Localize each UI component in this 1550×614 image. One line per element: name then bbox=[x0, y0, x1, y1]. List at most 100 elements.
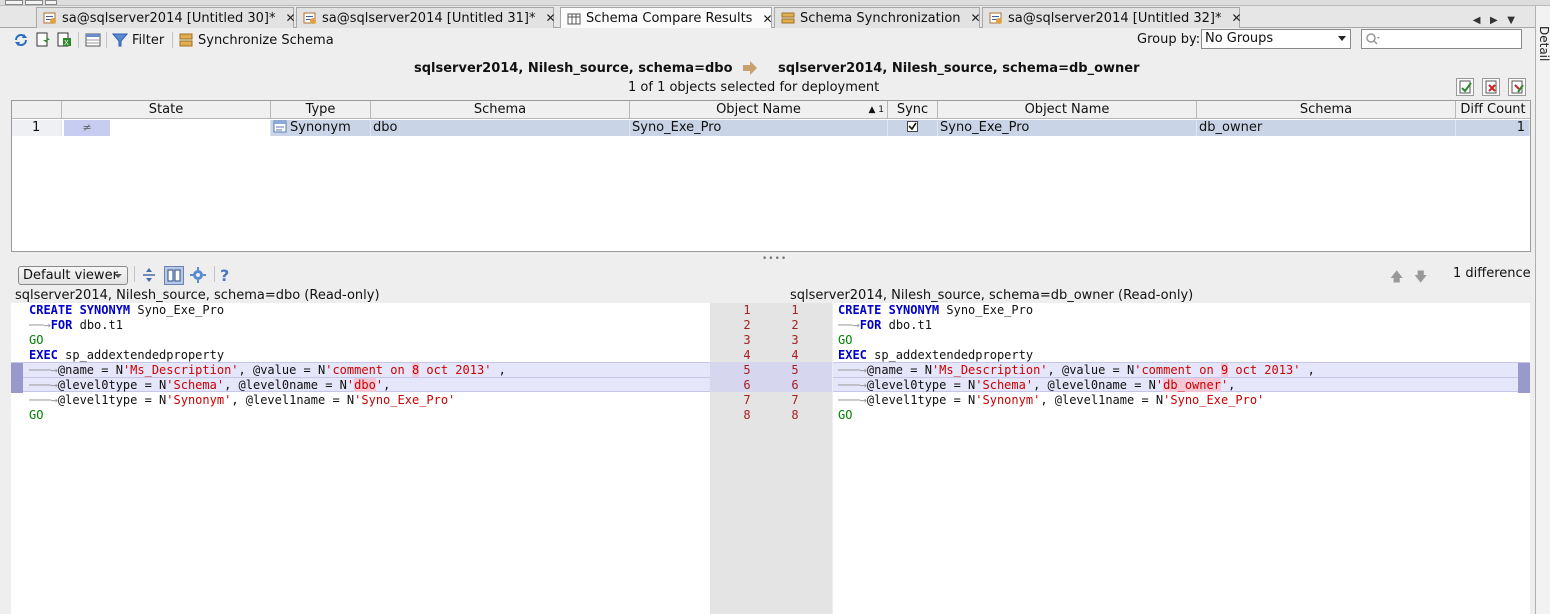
ignore-whitespace-icon[interactable] bbox=[140, 266, 160, 285]
invert-selection-icon[interactable] bbox=[1508, 78, 1526, 96]
deselect-all-icon[interactable] bbox=[1482, 78, 1500, 96]
right-line-number: 1 bbox=[791, 303, 799, 317]
detail-side-panel[interactable]: Detail bbox=[1535, 6, 1550, 614]
tab-label: Schema Synchronization bbox=[800, 10, 961, 26]
close-icon[interactable]: ✕ bbox=[971, 11, 981, 25]
difference-count: 1 difference bbox=[1453, 266, 1531, 281]
grid-layout-icon[interactable] bbox=[85, 32, 101, 48]
right-line-number: 8 bbox=[791, 408, 799, 422]
column-header-schema[interactable]: Schema bbox=[371, 101, 630, 119]
tab-untitled-32[interactable]: sa@sqlserver2014 [Untitled 32]* ✕ bbox=[982, 7, 1242, 28]
row-number[interactable]: 1 bbox=[12, 120, 62, 136]
target-object-name-cell[interactable]: Syno_Exe_Pro bbox=[938, 120, 1197, 136]
right-line-number: 4 bbox=[791, 348, 799, 362]
previous-difference-icon[interactable]: 🡅 bbox=[1390, 268, 1403, 290]
group-by-label: Group by: bbox=[1137, 32, 1201, 47]
strip-tab-1[interactable] bbox=[5, 0, 23, 5]
left-line-number: 1 bbox=[743, 303, 751, 317]
svg-text:X: X bbox=[64, 39, 69, 47]
select-all-icon[interactable] bbox=[1456, 78, 1474, 96]
column-header-target-schema[interactable]: Schema bbox=[1197, 101, 1456, 119]
tab-navigation: ◀ ▶ ▼ bbox=[1473, 15, 1515, 26]
synchronize-schema-icon[interactable] bbox=[178, 32, 194, 48]
code-line: ──→FOR dbo.t1 bbox=[29, 318, 123, 332]
strip-tab-3[interactable] bbox=[45, 0, 57, 5]
group-by-select[interactable]: No Groups bbox=[1201, 29, 1351, 49]
sort-ascending-icon: ▲ 1 bbox=[868, 105, 884, 115]
diff-highlight: 9 bbox=[1220, 363, 1229, 377]
code-line-diff: ───→@name = N'Ms_Description', @value = … bbox=[833, 362, 1530, 377]
scroll-right-icon[interactable]: ▶ bbox=[1490, 15, 1498, 26]
code-line: ──→FOR dbo.t1 bbox=[838, 318, 932, 332]
column-header-state[interactable]: State bbox=[62, 101, 271, 119]
viewer-mode-select[interactable]: Default viewer bbox=[18, 266, 128, 285]
source-code-pane[interactable]: CREATE SYNONYM Syno_Exe_Pro ──→FOR dbo.t… bbox=[11, 303, 710, 614]
diff-count-cell[interactable]: 1 bbox=[1456, 120, 1530, 136]
type-value: Synonym bbox=[290, 120, 351, 135]
help-icon[interactable]: ? bbox=[220, 266, 240, 285]
gear-icon[interactable] bbox=[189, 266, 209, 285]
right-diff-marker[interactable] bbox=[1518, 363, 1530, 393]
synchronize-schema-button[interactable]: Synchronize Schema bbox=[198, 33, 334, 48]
sql-editor-icon bbox=[303, 11, 317, 25]
toolbar-separator bbox=[134, 266, 135, 282]
left-diff-marker[interactable] bbox=[11, 363, 23, 393]
chevron-down-icon bbox=[1338, 36, 1346, 41]
close-icon[interactable]: ✕ bbox=[285, 11, 295, 25]
column-header-type[interactable]: Type bbox=[271, 101, 371, 119]
object-name-cell[interactable]: Syno_Exe_Pro bbox=[630, 120, 888, 136]
scroll-left-icon[interactable]: ◀ bbox=[1473, 15, 1481, 26]
schema-cell[interactable]: dbo bbox=[371, 120, 630, 136]
tab-untitled-31[interactable]: sa@sqlserver2014 [Untitled 31]* ✕ bbox=[296, 7, 556, 28]
sync-checkbox[interactable] bbox=[907, 121, 918, 132]
close-icon[interactable]: ✕ bbox=[545, 11, 555, 25]
left-line-number: 3 bbox=[743, 333, 751, 347]
group-by-value: No Groups bbox=[1205, 31, 1274, 46]
close-icon[interactable]: ✕ bbox=[762, 12, 772, 26]
target-code-pane[interactable]: CREATE SYNONYM Syno_Exe_Pro ──→FOR dbo.t… bbox=[833, 303, 1530, 614]
export-script-icon[interactable] bbox=[35, 32, 51, 48]
code-line: GO bbox=[29, 333, 44, 347]
left-line-number: 6 bbox=[743, 378, 751, 392]
target-schema-cell[interactable]: db_owner bbox=[1197, 120, 1456, 136]
sync-cell[interactable] bbox=[888, 120, 938, 136]
sql-editor-icon bbox=[43, 11, 57, 25]
filter-button[interactable]: Filter bbox=[132, 33, 164, 48]
tab-untitled-30[interactable]: sa@sqlserver2014 [Untitled 30]* ✕ bbox=[36, 7, 296, 28]
splitter-handle[interactable]: •••• bbox=[762, 254, 787, 264]
state-cell[interactable]: ≠ bbox=[62, 120, 271, 136]
close-icon[interactable]: ✕ bbox=[1231, 11, 1241, 25]
refresh-icon[interactable] bbox=[13, 32, 29, 48]
strip-tab-2[interactable] bbox=[25, 0, 43, 5]
type-cell[interactable]: Synonym bbox=[271, 120, 371, 136]
diff-highlight: db_owner bbox=[1163, 378, 1221, 392]
left-line-number: 2 bbox=[743, 318, 751, 332]
code-line: ───→@level1type = N'Synonym', @level1nam… bbox=[838, 393, 1265, 407]
sync-schema-icon bbox=[781, 11, 795, 25]
diff-highlight: dbo bbox=[354, 378, 376, 392]
left-line-number: 8 bbox=[743, 408, 751, 422]
column-header-diff-count[interactable]: Diff Count bbox=[1456, 101, 1530, 119]
export-excel-icon[interactable]: X bbox=[56, 32, 72, 48]
code-line-diff: ───→@name = N'Ms_Description', @value = … bbox=[11, 362, 710, 377]
code-line: GO bbox=[838, 408, 853, 422]
tab-schema-synchronization[interactable]: Schema Synchronization ✕ bbox=[774, 7, 981, 28]
compare-results-grid: State Type Schema Object Name ▲ 1 Sync O… bbox=[11, 100, 1531, 252]
next-difference-icon[interactable]: 🡇 bbox=[1414, 268, 1427, 290]
synonym-icon bbox=[273, 120, 287, 138]
column-header-target-object-name[interactable]: Object Name bbox=[938, 101, 1197, 119]
search-input[interactable] bbox=[1361, 29, 1522, 49]
gutter-diff-band bbox=[710, 362, 832, 377]
side-by-side-view-icon[interactable] bbox=[164, 266, 184, 285]
target-connection-title: sqlserver2014, Nilesh_source, schema=db_… bbox=[778, 61, 1140, 76]
column-header-sync[interactable]: Sync bbox=[888, 101, 938, 119]
tab-schema-compare-results[interactable]: Schema Compare Results ✕ bbox=[560, 7, 773, 29]
tab-list-icon[interactable]: ▼ bbox=[1507, 15, 1515, 26]
filter-icon[interactable] bbox=[111, 32, 129, 48]
compare-header: sqlserver2014, Nilesh_source, schema=dbo… bbox=[0, 58, 1535, 78]
code-line: GO bbox=[838, 333, 853, 347]
sql-editor-icon bbox=[989, 11, 1003, 25]
toolbar-separator bbox=[172, 32, 173, 48]
column-header-object-name[interactable]: Object Name ▲ 1 bbox=[630, 101, 888, 119]
tab-label: sa@sqlserver2014 [Untitled 31]* bbox=[322, 10, 536, 26]
